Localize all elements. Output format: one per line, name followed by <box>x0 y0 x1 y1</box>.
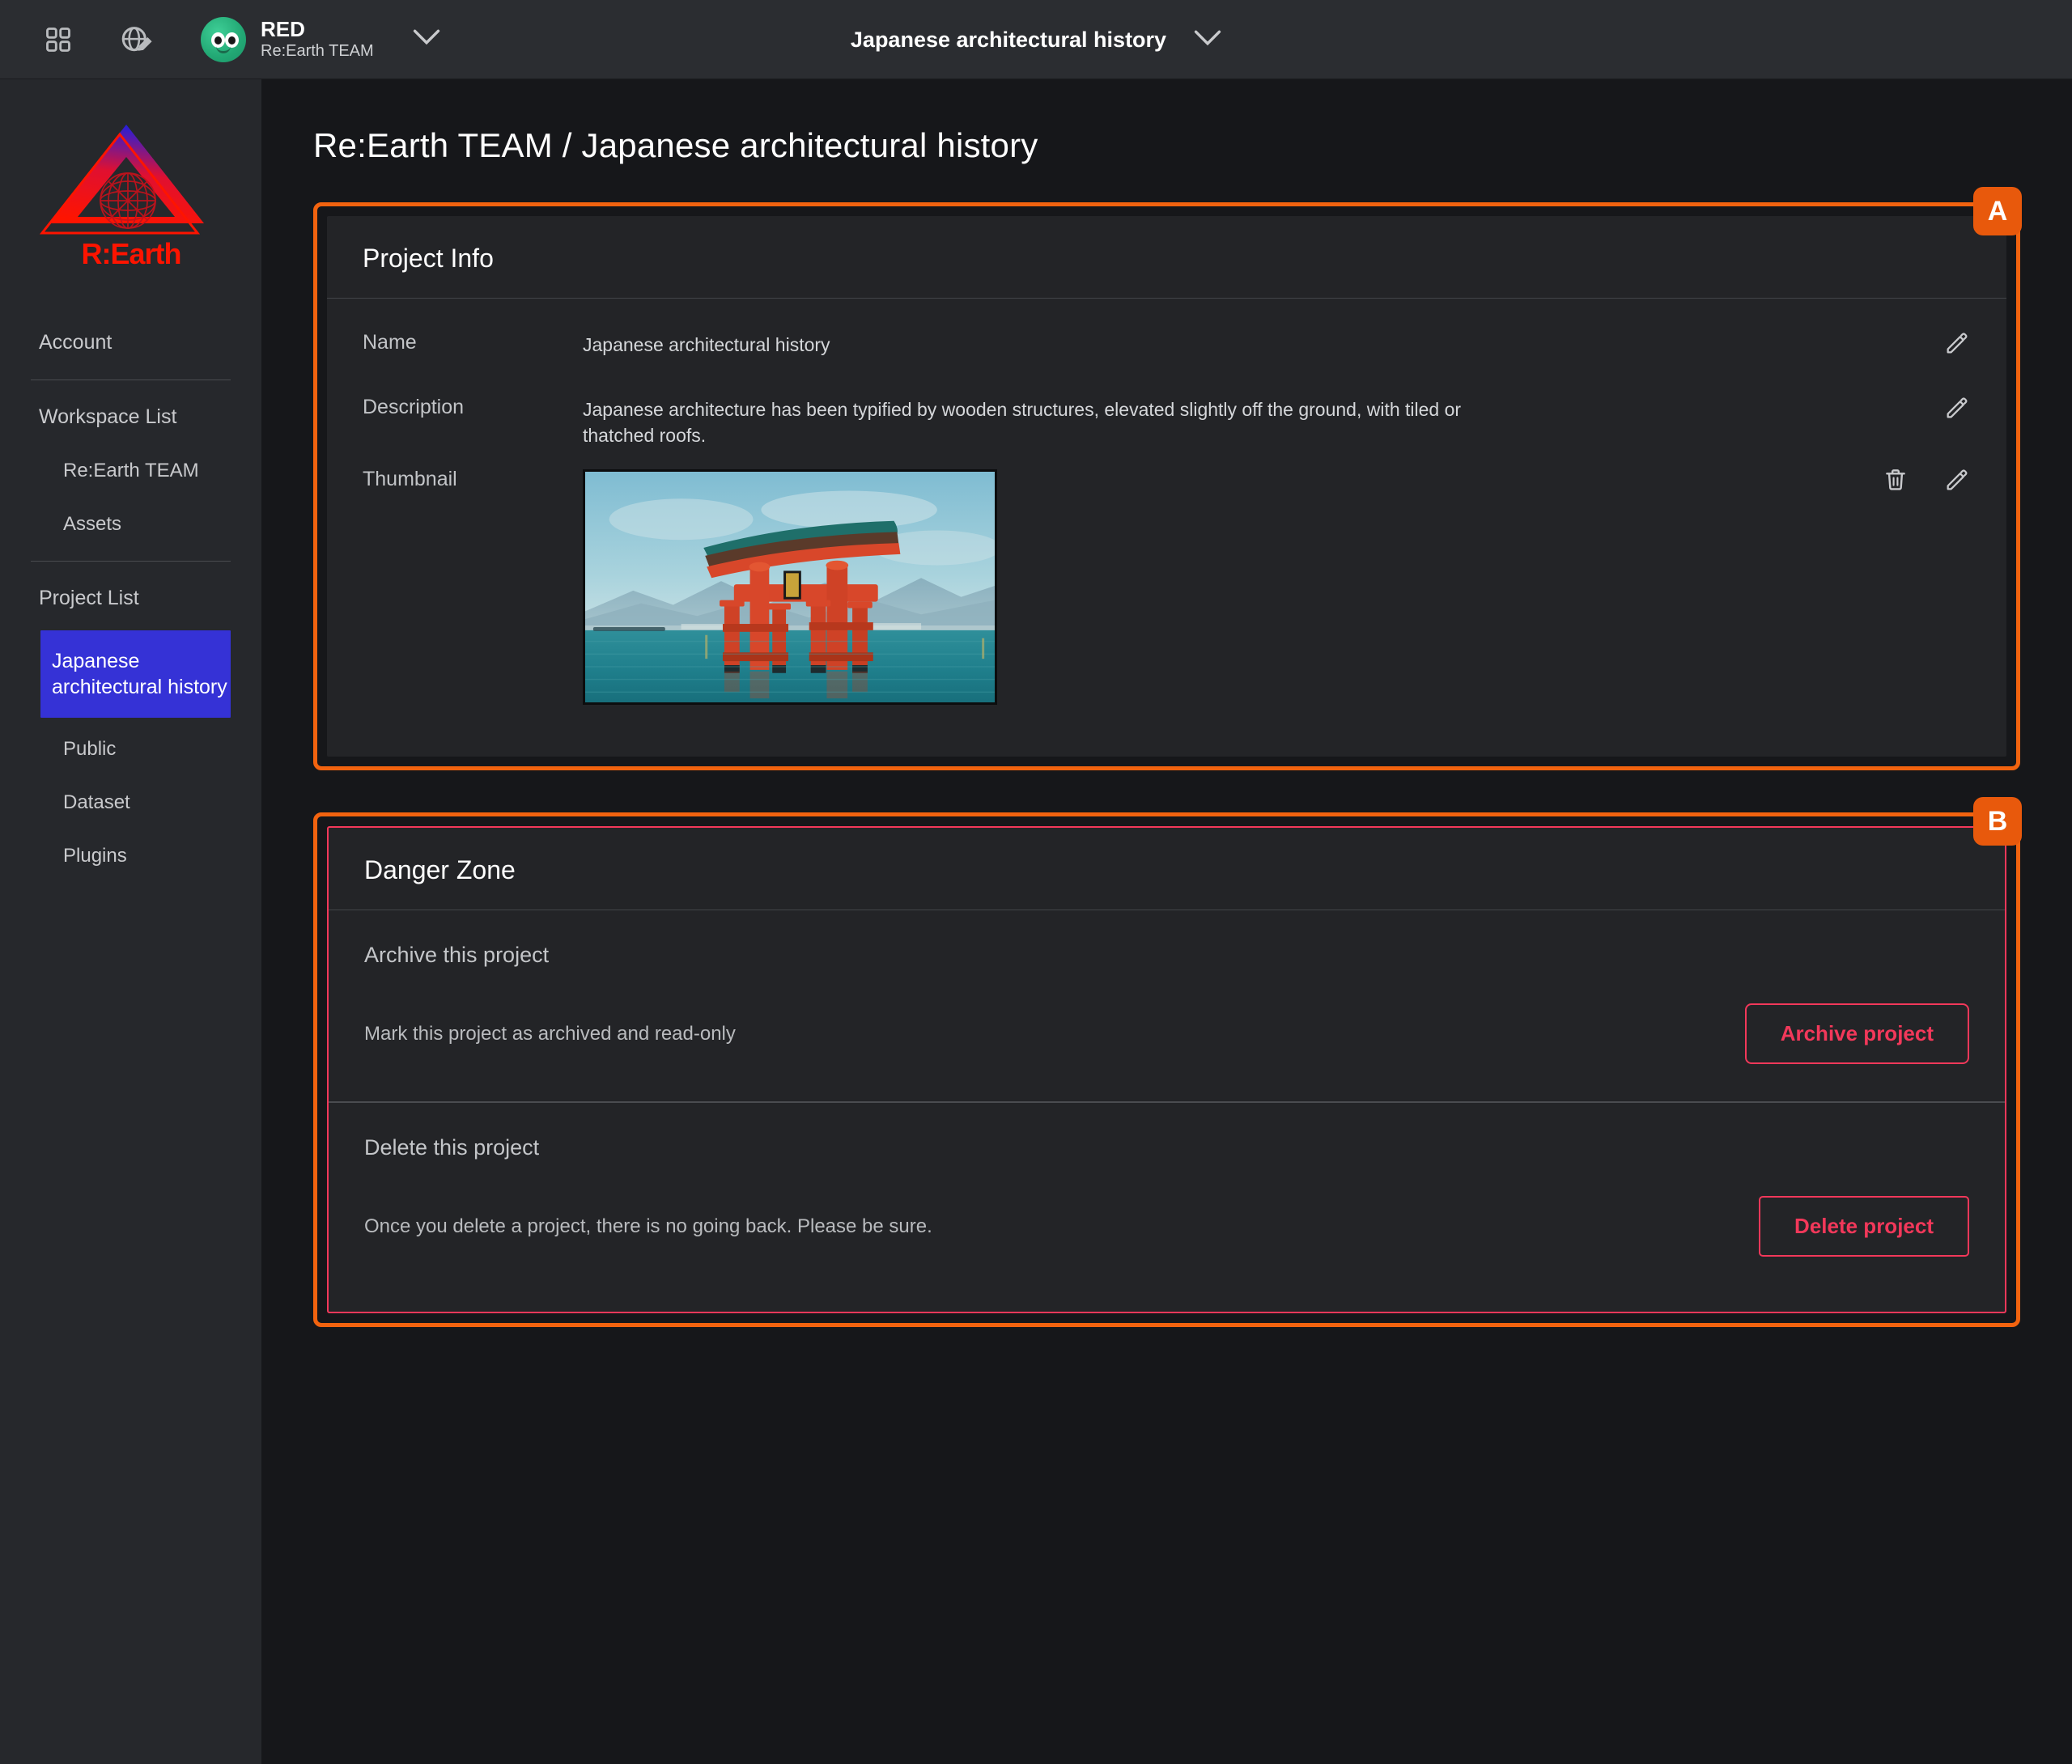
annotation-badge-b: B <box>1973 797 2022 846</box>
annotation-badge-a: A <box>1973 187 2022 235</box>
delete-project-section: Delete this project Once you delete a pr… <box>329 1101 2005 1312</box>
sidebar-item-japanese-architectural-history[interactable]: Japanese architectural history <box>40 630 231 718</box>
sidebar-item-reearth-team[interactable]: Re:Earth TEAM <box>0 444 261 498</box>
delete-project-button[interactable]: Delete project <box>1759 1196 1969 1257</box>
project-description-value: Japanese architecture has been typified … <box>583 399 1462 446</box>
user-name: RED <box>261 16 305 41</box>
sidebar-item-account[interactable]: Account <box>0 316 261 370</box>
globe-pen-icon[interactable] <box>115 17 160 62</box>
project-name-row: Name Japanese architectural history <box>363 328 1971 376</box>
project-name-value: Japanese architectural history <box>583 334 830 355</box>
project-description-actions <box>1943 392 1971 422</box>
delete-project-heading: Delete this project <box>364 1135 540 1160</box>
project-info-highlight: A Project Info Name Japanese architectur… <box>313 187 2022 771</box>
grid-apps-icon[interactable] <box>36 17 81 62</box>
page-title: Re:Earth TEAM / Japanese architectural h… <box>313 126 1038 164</box>
project-thumbnail-value <box>583 464 997 706</box>
sidebar-item-plugins[interactable]: Plugins <box>0 829 261 883</box>
danger-zone-panel: Danger Zone Archive this project Mark th… <box>327 826 2006 1314</box>
archive-project-row: Mark this project as archived and read-o… <box>364 1003 1969 1065</box>
delete-project-description: Once you delete a project, there is no g… <box>364 1215 932 1237</box>
project-info-body: Name Japanese architectural history Desc… <box>327 299 2006 757</box>
delete-project-row: Once you delete a project, there is no g… <box>364 1196 1969 1257</box>
project-chevron-down-icon[interactable] <box>1194 29 1221 51</box>
project-info-header: Project Info <box>327 216 2006 299</box>
project-title-top[interactable]: Japanese architectural history <box>851 28 1166 53</box>
project-thumbnail-label: Thumbnail <box>363 468 457 491</box>
app-root: RED Re:Earth TEAM Japanese architectural… <box>0 0 2072 1764</box>
project-name-actions <box>1943 328 1971 357</box>
user-block[interactable]: RED Re:Earth TEAM <box>261 16 374 61</box>
danger-zone-highlight: B Danger Zone Archive this project Mark … <box>313 797 2022 1328</box>
thumbnail-frame <box>583 469 997 706</box>
avatar-eye-right <box>225 32 239 48</box>
project-description-label: Description <box>363 396 465 418</box>
edit-icon[interactable] <box>1943 329 1971 357</box>
archive-project-button[interactable]: Archive project <box>1744 1003 1969 1065</box>
archive-project-description: Mark this project as archived and read-o… <box>364 1022 736 1045</box>
top-bar-left: RED Re:Earth TEAM <box>0 16 440 62</box>
sidebar-item-assets[interactable]: Assets <box>0 498 261 551</box>
body: R:Earth Account Workspace List Re:Earth … <box>0 79 2072 1764</box>
avatar-eye-left <box>211 32 225 48</box>
sidebar-item-project-list[interactable]: Project List <box>0 571 261 625</box>
reearth-logo-icon: R:Earth <box>0 110 261 280</box>
svg-text:R:Earth: R:Earth <box>81 237 180 270</box>
torii-gate-thumbnail <box>585 472 995 703</box>
project-info-panel: Project Info Name Japanese architectural… <box>327 216 2006 757</box>
main-content: Re:Earth TEAM / Japanese architectural h… <box>261 79 2072 1764</box>
archive-project-section: Archive this project Mark this project a… <box>329 910 2005 1101</box>
sidebar-item-public[interactable]: Public <box>0 723 261 776</box>
project-thumbnail-row: Thumbnail <box>363 464 1971 706</box>
danger-zone-title: Danger Zone <box>364 855 516 885</box>
top-bar: RED Re:Earth TEAM Japanese architectural… <box>0 0 2072 79</box>
project-thumbnail-actions <box>1882 464 1971 494</box>
sidebar: R:Earth Account Workspace List Re:Earth … <box>0 79 261 1764</box>
sidebar-menu: Account Workspace List Re:Earth TEAM Ass… <box>0 316 261 883</box>
edit-icon[interactable] <box>1943 466 1971 494</box>
edit-icon[interactable] <box>1943 394 1971 422</box>
danger-zone-header: Danger Zone <box>329 828 2005 911</box>
sidebar-item-dataset[interactable]: Dataset <box>0 776 261 829</box>
archive-project-heading: Archive this project <box>364 943 550 968</box>
sidebar-divider <box>31 561 231 562</box>
project-description-row: Description Japanese architecture has be… <box>363 392 1971 448</box>
sidebar-item-workspace-list[interactable]: Workspace List <box>0 390 261 444</box>
project-name-label: Name <box>363 331 417 354</box>
chevron-down-icon[interactable] <box>413 28 440 50</box>
avatar[interactable] <box>201 16 246 62</box>
avatar-mouth <box>216 46 231 53</box>
user-team: Re:Earth TEAM <box>261 42 374 61</box>
trash-icon[interactable] <box>1882 466 1909 494</box>
project-info-title: Project Info <box>363 244 494 273</box>
